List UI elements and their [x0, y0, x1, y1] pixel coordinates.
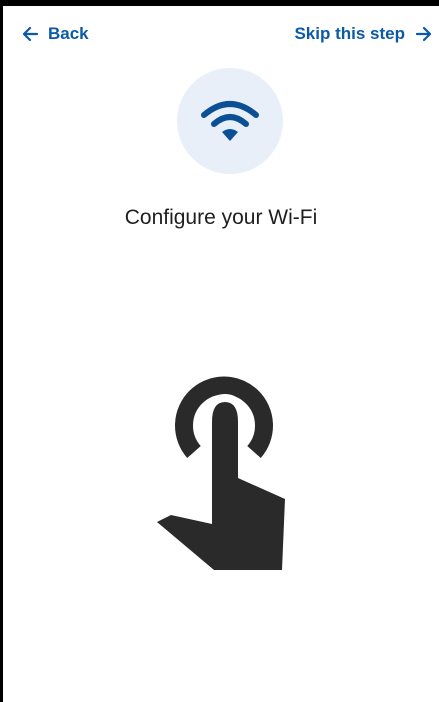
arrow-right-icon	[415, 25, 433, 43]
wifi-icon	[201, 101, 259, 141]
top-navigation-bar: Back Skip this step	[3, 24, 439, 56]
back-button[interactable]: Back	[21, 24, 89, 44]
wifi-icon-badge	[177, 68, 283, 174]
wifi-setup-screen: Back Skip this step Configure your Wi-Fi	[0, 0, 439, 702]
tap-illustration	[149, 374, 299, 574]
tap-gesture-icon	[157, 376, 285, 570]
back-label: Back	[48, 24, 89, 43]
page-title: Configure your Wi-Fi	[124, 206, 318, 229]
arrow-left-icon	[21, 25, 39, 43]
skip-step-button[interactable]: Skip this step	[294, 24, 433, 44]
skip-label: Skip this step	[294, 24, 405, 43]
